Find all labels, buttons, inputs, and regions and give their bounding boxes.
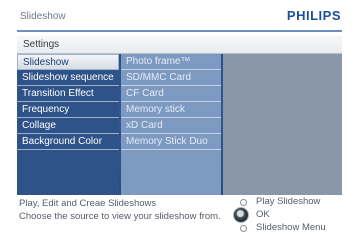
- footer-hints: Play, Edit and Creae Slideshows Choose t…: [17, 196, 342, 240]
- menu-item-frequency[interactable]: Frequency: [17, 102, 119, 118]
- menu-item-label: Frequency: [22, 104, 70, 115]
- up-indicator-icon: [240, 199, 247, 206]
- menu-item-transition-effect[interactable]: Transition Effect: [17, 86, 119, 102]
- preview-area: [223, 54, 342, 195]
- menu-panel: Slideshow Slideshow sequence Transition …: [17, 54, 342, 195]
- menu-item-collage[interactable]: Collage: [17, 118, 119, 134]
- settings-menu: Slideshow Slideshow sequence Transition …: [17, 54, 119, 195]
- menu-item-slideshow-sequence[interactable]: Slideshow sequence: [17, 70, 119, 86]
- menu-item-label: Transition Effect: [22, 88, 94, 99]
- menu-item-label: Slideshow sequence: [22, 72, 114, 83]
- settings-breadcrumb: Settings: [17, 36, 342, 54]
- header-divider: [17, 30, 342, 32]
- top-bar: Slideshow PHILIPS: [0, 0, 359, 33]
- menu-item-background-color[interactable]: Background Color: [17, 134, 119, 150]
- hint-line-1: Play, Edit and Creae Slideshows: [19, 198, 157, 209]
- source-item-label: Photo frame™: [126, 56, 191, 67]
- source-item-label: xD Card: [126, 120, 163, 131]
- source-item-label: Memory Stick Duo: [126, 136, 208, 147]
- menu-item-slideshow[interactable]: Slideshow: [17, 54, 119, 70]
- source-item-cf-card[interactable]: CF Card: [121, 86, 221, 102]
- settings-label: Settings: [23, 39, 60, 50]
- source-item-label: SD/MMC Card: [126, 72, 192, 83]
- ok-button-icon: [233, 207, 249, 223]
- source-item-label: Memory stick: [126, 104, 185, 115]
- hint-line-2: Choose the source to view your slideshow…: [19, 211, 221, 222]
- source-item-label: CF Card: [126, 88, 164, 99]
- legend-play-slideshow: Play Slideshow: [256, 196, 321, 207]
- button-legend: Play Slideshow OK Slideshow Menu: [233, 196, 345, 240]
- menu-item-label: Collage: [22, 120, 56, 131]
- legend-slideshow-menu: Slideshow Menu: [256, 222, 326, 233]
- source-item-xd-card[interactable]: xD Card: [121, 118, 221, 134]
- down-indicator-icon: [240, 225, 247, 232]
- menu-item-label: Slideshow: [23, 57, 69, 68]
- menu-item-label: Background Color: [22, 136, 103, 147]
- legend-ok: OK: [256, 209, 270, 220]
- source-item-photo-frame[interactable]: Photo frame™: [121, 54, 221, 70]
- brand-logo: PHILIPS: [286, 8, 341, 23]
- source-menu: Photo frame™ SD/MMC Card CF Card Memory …: [121, 54, 221, 195]
- source-item-memory-stick-duo[interactable]: Memory Stick Duo: [121, 134, 221, 150]
- app-title: Slideshow: [20, 11, 66, 22]
- source-item-memory-stick[interactable]: Memory stick: [121, 102, 221, 118]
- source-item-sd-mmc-card[interactable]: SD/MMC Card: [121, 70, 221, 86]
